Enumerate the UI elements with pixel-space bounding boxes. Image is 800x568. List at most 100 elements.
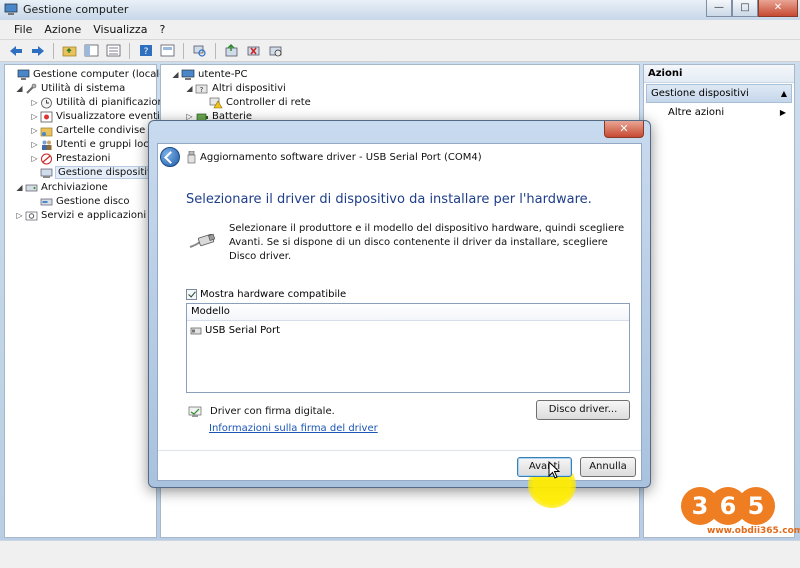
list-item-label: USB Serial Port <box>205 325 281 336</box>
users-icon <box>40 139 53 151</box>
actions-pane: Azioni Gestione dispositivi ▲ Altre azio… <box>643 64 795 538</box>
tree-item-utenti-e-gruppi[interactable]: ▷ Utenti e gruppi locali <box>30 137 160 152</box>
checkbox-label: Mostra hardware compatibile <box>200 289 347 300</box>
svg-text:5: 5 <box>748 492 765 520</box>
tree-item-utilita-di-pianificazione[interactable]: ▷ Utilità di pianificazione <box>30 95 170 110</box>
next-button[interactable]: Avanti <box>517 457 572 477</box>
window-controls: — □ ✕ <box>706 0 798 18</box>
collapse-up-icon[interactable]: ▲ <box>781 89 787 98</box>
tree-item-label: Archiviazione <box>41 182 108 193</box>
tree-item-cartelle-condivise[interactable]: ▷ Cartelle condivise <box>30 123 145 138</box>
tree-expander[interactable]: ▷ <box>30 154 39 163</box>
actions-section-gestione-dispositivi[interactable]: Gestione dispositivi ▲ <box>646 84 792 103</box>
model-column-header[interactable]: Modello <box>187 304 629 321</box>
watermark-logo: 3 6 5 <box>681 487 775 525</box>
driver-signing-link[interactable]: Informazioni sulla firma del driver <box>209 423 378 434</box>
console-tree: Gestione computer (locale) ◢ Utilità di … <box>4 64 170 538</box>
dialog-close-button[interactable]: ✕ <box>604 121 644 138</box>
properties-icon[interactable] <box>158 42 177 59</box>
tree-item-gestione-computer[interactable]: Gestione computer (locale) <box>7 67 169 82</box>
menu-visualizza[interactable]: Visualizza <box>87 23 153 36</box>
tree-item-prestazioni[interactable]: ▷ Prestazioni <box>30 151 110 166</box>
device-tree-root[interactable]: ◢ utente-PC <box>171 67 247 82</box>
toolbar-separator <box>183 42 184 59</box>
computer-management-window: Gestione computer — □ ✕ File Azione Visu… <box>0 0 800 568</box>
scan-hardware-icon[interactable] <box>190 42 209 59</box>
menu-help[interactable]: ? <box>153 23 171 36</box>
signed-driver-text: Driver con firma digitale. <box>210 406 335 417</box>
tools-icon <box>25 83 38 95</box>
tree-item-label: Servizi e applicazioni <box>41 210 147 221</box>
tree-item-utilita-di-sistema[interactable]: ◢ Utilità di sistema <box>15 81 125 96</box>
mouse-cursor-icon <box>548 461 560 479</box>
tree-expander[interactable]: ◢ <box>171 70 180 79</box>
back-arrow-icon[interactable] <box>6 42 25 59</box>
update-driver-icon[interactable] <box>222 42 241 59</box>
device-manager-icon <box>40 167 53 179</box>
tree-item-servizi-e-applicazioni[interactable]: ▷ Servizi e applicazioni <box>15 208 146 223</box>
tree-expander[interactable]: ▷ <box>30 112 39 121</box>
close-button[interactable]: ✕ <box>758 0 798 17</box>
shared-folder-icon <box>40 125 53 137</box>
toolbar-separator <box>53 42 54 59</box>
up-folder-icon[interactable] <box>60 42 79 59</box>
tree-item-label: Utenti e gruppi locali <box>56 139 161 150</box>
forward-arrow-icon[interactable] <box>28 42 47 59</box>
tree-expander[interactable]: ▷ <box>15 211 24 220</box>
svg-text:?: ? <box>200 86 204 94</box>
tree-item-label: Gestione dispositivi <box>55 166 159 179</box>
tree-expander[interactable]: ◢ <box>15 84 24 93</box>
tree-item-label: Gestione computer (locale) <box>33 69 170 80</box>
tree-item-gestione-disco[interactable]: Gestione disco <box>30 194 130 209</box>
tree-item-archiviazione[interactable]: ◢ Archiviazione <box>15 180 108 195</box>
device-controller-di-rete[interactable]: Controller di rete <box>199 95 311 110</box>
signed-driver-icon <box>188 406 202 417</box>
warning-device-icon <box>209 97 223 109</box>
back-button[interactable] <box>160 147 180 167</box>
usb-cable-icon <box>189 233 216 248</box>
device-category-altri-dispositivi[interactable]: ◢ ? Altri dispositivi <box>185 81 285 96</box>
svg-text:6: 6 <box>720 492 737 520</box>
menu-file[interactable]: File <box>8 23 38 36</box>
tree-item-label: Controller di rete <box>226 97 311 108</box>
list-view-icon[interactable] <box>104 42 123 59</box>
model-list[interactable]: Modello USB Serial Port <box>186 303 630 393</box>
tree-item-gestione-dispositivi[interactable]: Gestione dispositivi <box>30 165 159 180</box>
dialog-header: Aggiornamento software driver - USB Seri… <box>158 144 641 170</box>
tree-expander[interactable]: ◢ <box>15 183 24 192</box>
update-driver-dialog: ✕ Aggiornamento software driver - USB Se… <box>148 120 651 508</box>
show-compatible-hardware-checkbox[interactable]: Mostra hardware compatibile <box>186 289 346 300</box>
services-icon <box>25 210 38 222</box>
submenu-arrow-icon: ▶ <box>779 108 786 117</box>
checkbox-checked-icon[interactable] <box>186 289 197 300</box>
uninstall-icon[interactable] <box>244 42 263 59</box>
maximize-button[interactable]: □ <box>732 0 758 17</box>
svg-text:?: ? <box>143 47 148 57</box>
tree-item-label: Gestione disco <box>56 196 130 207</box>
svg-text:3: 3 <box>692 492 709 520</box>
tree-item-visualizzatore-eventi[interactable]: ▷ Visualizzatore eventi <box>30 109 159 124</box>
minimize-button[interactable]: — <box>706 0 732 17</box>
tree-expander[interactable]: ▷ <box>30 126 39 135</box>
tree-expander[interactable]: ▷ <box>30 98 39 107</box>
computer-icon <box>181 69 195 81</box>
computer-management-icon <box>17 69 30 81</box>
clock-icon <box>40 97 53 109</box>
altre-azioni-item[interactable]: Altre azioni ▶ <box>644 104 794 122</box>
list-item[interactable]: USB Serial Port <box>187 321 629 340</box>
performance-icon <box>40 153 53 165</box>
dialog-title: Aggiornamento software driver - USB Seri… <box>200 152 482 163</box>
computer-management-icon <box>4 3 18 15</box>
storage-icon <box>25 182 38 194</box>
cancel-button[interactable]: Annulla <box>580 457 636 477</box>
menu-azione[interactable]: Azione <box>38 23 87 36</box>
help-icon[interactable]: ? <box>136 42 155 59</box>
altre-azioni-label: Altre azioni <box>668 107 725 118</box>
tree-expander[interactable]: ◢ <box>185 84 194 93</box>
unknown-device-icon: ? <box>195 83 209 95</box>
show-hide-tree-icon[interactable] <box>82 42 101 59</box>
toolbar-separator <box>129 42 130 59</box>
tree-expander[interactable]: ▷ <box>30 140 39 149</box>
have-disk-button[interactable]: Disco driver... <box>536 400 630 420</box>
disable-device-icon[interactable] <box>266 42 285 59</box>
